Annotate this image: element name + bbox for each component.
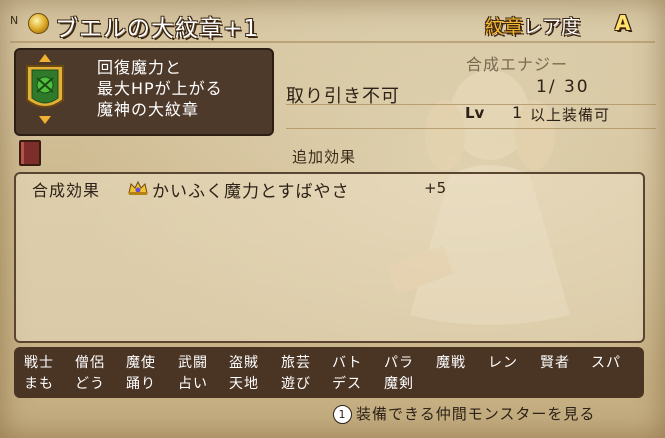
description-line: 魔神の大紋章	[97, 100, 200, 119]
crown-icon	[128, 180, 148, 195]
job-label: 武闘	[178, 355, 208, 371]
job-label: 天地	[229, 376, 259, 392]
job-label: 旅芸	[281, 355, 311, 371]
job-label: 遊び	[281, 376, 311, 392]
job-label: 戦士	[24, 355, 54, 371]
effect-value: +5	[424, 179, 447, 197]
book-icon[interactable]	[19, 140, 41, 166]
emblem-icon	[26, 54, 64, 124]
category-label: 紋章	[485, 16, 524, 38]
level-value: 1	[512, 103, 523, 122]
seal-icon	[28, 13, 49, 34]
job-label: 魔使	[126, 355, 156, 371]
rarity-value: A	[615, 11, 631, 35]
description-line: 回復魔力と	[97, 58, 183, 77]
rarity-caption: レア度	[523, 16, 581, 38]
job-label: デス	[332, 376, 362, 392]
job-label: どう	[75, 376, 105, 392]
job-label: 盗賊	[229, 355, 259, 371]
job-label: パラ	[384, 355, 414, 371]
job-label: 魔剣	[384, 376, 414, 392]
job-label: まも	[24, 376, 54, 392]
description-line: 最大HPが上がる	[97, 79, 223, 98]
job-label: スパ	[591, 355, 621, 371]
view-companions-hint[interactable]: 1 装備できる仲間モンスターを見る	[333, 403, 595, 424]
button-1-icon: 1	[333, 405, 352, 424]
job-label: 賢者	[540, 355, 570, 371]
energy-label: 合成エナジー	[466, 55, 569, 74]
item-title: ブエルの大紋章+1	[55, 16, 259, 42]
level-suffix: 以上装備可	[530, 106, 611, 124]
header-divider	[10, 41, 655, 43]
job-label: 占い	[178, 376, 208, 392]
rarity-label: 紋章レア度	[485, 12, 580, 39]
item-description: 回復魔力と 最大HPが上がる 魔神の大紋章	[97, 57, 223, 120]
job-label: 踊り	[126, 376, 156, 392]
job-label: 僧侶	[75, 355, 105, 371]
effect-label: 合成効果	[32, 181, 101, 200]
level-label: Lv	[465, 104, 485, 122]
job-label: レン	[488, 355, 518, 371]
info-divider	[286, 128, 656, 129]
job-label: バト	[332, 355, 363, 371]
view-companions-text: 装備できる仲間モンスターを見る	[356, 405, 596, 423]
extra-effects-title: 追加効果	[292, 148, 357, 166]
energy-value: 1/ 30	[536, 77, 590, 97]
rank-badge: N	[10, 14, 19, 27]
effect-text: かいふく魔力とすばやさ	[152, 182, 350, 202]
job-label: 魔戦	[436, 355, 466, 371]
